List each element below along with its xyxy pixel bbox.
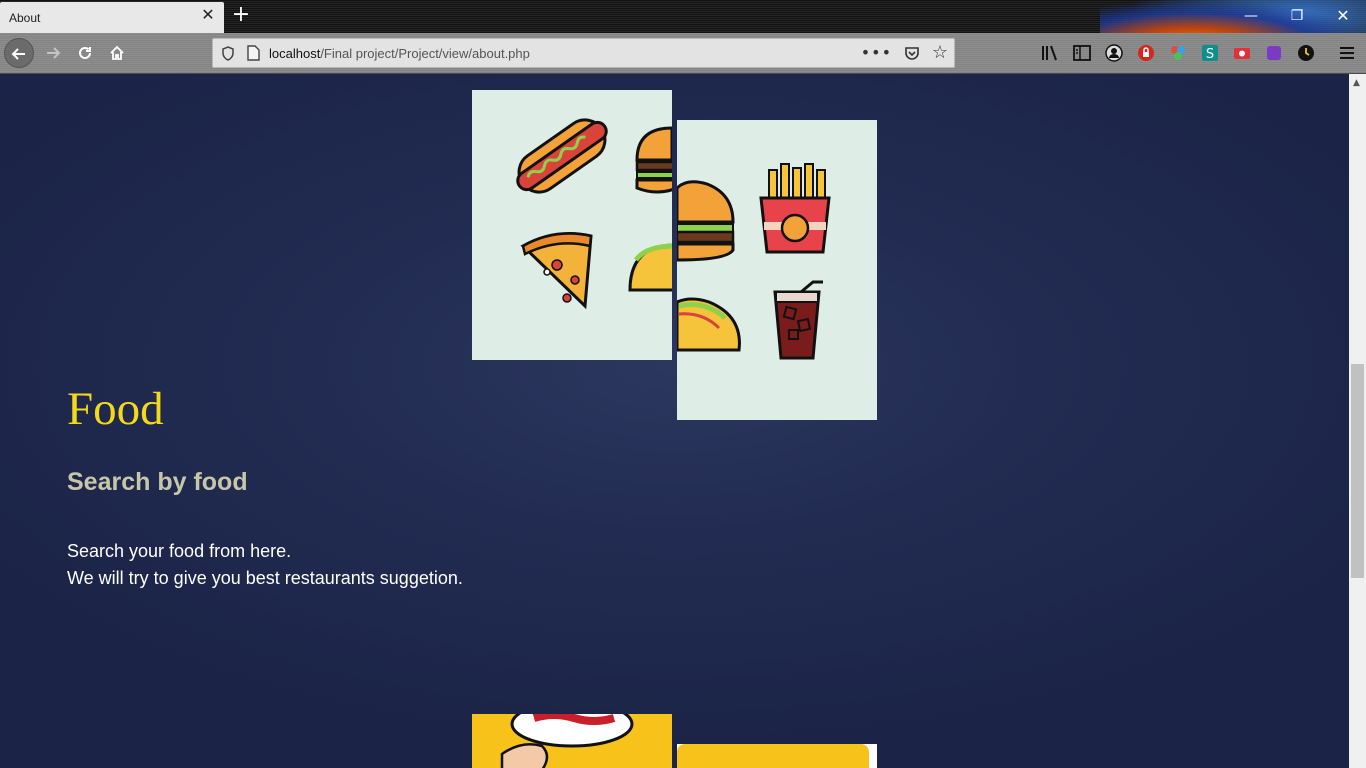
comic-illustration-icon — [500, 714, 634, 768]
extension-purple-icon[interactable] — [1264, 43, 1284, 63]
fastfood-illustration-icon — [677, 163, 831, 360]
comic-image-right — [677, 744, 877, 768]
page-subheading: Search by food — [67, 468, 248, 496]
description-line: We will try to give you best restaurants… — [67, 568, 463, 588]
extension-camera-icon[interactable] — [1232, 43, 1252, 63]
bookmark-star-icon[interactable]: ☆ — [932, 42, 948, 63]
scrollbar-thumb[interactable] — [1351, 364, 1364, 578]
maximize-button[interactable]: ❐ — [1287, 6, 1307, 26]
close-window-button[interactable]: ✕ — [1333, 6, 1353, 26]
reload-button[interactable] — [70, 38, 100, 68]
minimize-button[interactable]: — — [1241, 6, 1261, 26]
tab-about[interactable]: About ✕ — [0, 2, 224, 33]
reload-icon — [79, 46, 91, 59]
new-tab-button[interactable]: + — [231, 4, 251, 28]
extension-red-icon[interactable] — [1136, 43, 1156, 63]
scroll-up-icon[interactable]: ▲ — [1353, 78, 1360, 88]
food-image-left — [472, 90, 672, 360]
vertical-scrollbar[interactable]: ▲ — [1349, 74, 1366, 768]
food-image-right — [677, 120, 877, 420]
address-bar[interactable]: localhost/Final project/Project/view/abo… — [212, 38, 955, 68]
tab-title: About — [9, 11, 41, 25]
url-path: /Final project/Project/view/about.php — [320, 46, 530, 61]
banner-illustration-icon — [677, 744, 869, 768]
sidebar-icon[interactable] — [1072, 43, 1092, 63]
menu-icon[interactable] — [1337, 43, 1357, 63]
library-icon[interactable] — [1040, 43, 1060, 63]
tab-strip: About ✕ + — ❐ ✕ — [0, 0, 1366, 74]
extension-clock-icon[interactable] — [1296, 43, 1316, 63]
extension-color-icon[interactable] — [1168, 43, 1188, 63]
url-text: localhost/Final project/Project/view/abo… — [269, 46, 530, 61]
navigation-toolbar: localhost/Final project/Project/view/abo… — [0, 33, 1366, 74]
forward-button[interactable] — [38, 38, 68, 68]
home-icon — [110, 45, 124, 60]
food-illustration-icon — [516, 118, 672, 310]
url-host: localhost — [269, 46, 321, 61]
extension-s-icon[interactable]: S — [1200, 43, 1220, 63]
arrow-left-icon — [11, 48, 25, 60]
page-actions-icon[interactable]: ••• — [861, 43, 892, 62]
page-content: Food Search by food Search your food fro… — [0, 74, 1349, 768]
page-heading: Food — [67, 383, 164, 435]
arrow-right-icon — [47, 47, 61, 59]
description: Search your food from here. We will try … — [67, 538, 463, 592]
pocket-icon[interactable] — [904, 45, 920, 61]
description-line: Search your food from here. — [67, 541, 292, 561]
svg-text:S: S — [1206, 47, 1214, 62]
shield-icon[interactable] — [221, 46, 235, 61]
page-info-icon[interactable] — [247, 45, 260, 61]
account-icon[interactable] — [1104, 43, 1124, 63]
comic-image-left — [472, 714, 672, 768]
home-button[interactable] — [102, 38, 132, 68]
tab-close-icon[interactable]: ✕ — [200, 7, 216, 23]
back-button[interactable] — [4, 38, 34, 68]
